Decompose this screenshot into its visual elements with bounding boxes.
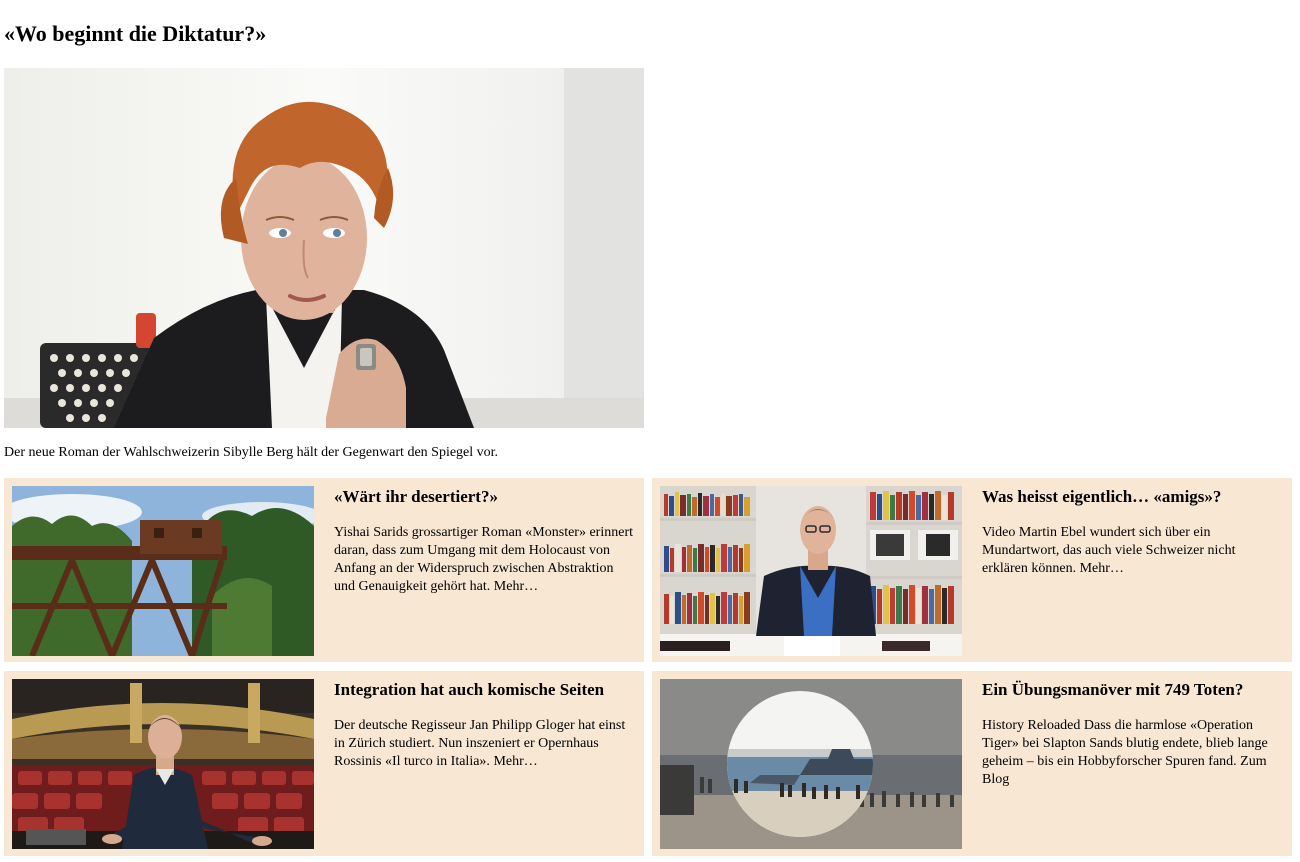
more-link[interactable]: Mehr… [494, 579, 538, 594]
teaser-headline[interactable]: «Wärt ihr desertiert?» [334, 486, 634, 508]
teaser-card[interactable]: Integration hat auch komische Seiten Der… [4, 671, 644, 856]
teaser-card[interactable]: Ein Übungsmanöver mit 749 Toten? History… [652, 671, 1292, 856]
teaser-body: History Reloaded Dass die harmlose «Oper… [982, 718, 1268, 769]
teaser-text: Video Martin Ebel wundert sich über ein … [982, 524, 1282, 578]
teaser-text: History Reloaded Dass die harmlose «Oper… [982, 717, 1282, 789]
teaser-image[interactable] [12, 679, 314, 849]
teaser-headline[interactable]: Was heisst eigentlich… «amigs»? [982, 486, 1282, 508]
teaser-headline[interactable]: Ein Übungsmanöver mit 749 Toten? [982, 679, 1282, 701]
teaser-headline[interactable]: Integration hat auch komische Seiten [334, 679, 634, 701]
teaser-body: Yishai Sarids grossartiger Roman «Monste… [334, 525, 634, 594]
hero-caption: Der neue Roman der Wahlschweizerin Sibyl… [4, 445, 499, 460]
teaser-text: Der deutsche Regisseur Jan Philipp Gloge… [334, 717, 634, 771]
teaser-card[interactable]: Was heisst eigentlich… «amigs»? Video Ma… [652, 478, 1292, 662]
teaser-image[interactable] [660, 679, 962, 849]
video-thumbnail[interactable] [660, 486, 962, 656]
hero-image[interactable] [4, 68, 644, 428]
teaser-body: Der deutsche Regisseur Jan Philipp Gloge… [334, 718, 626, 769]
teaser-text: Yishai Sarids grossartiger Roman «Monste… [334, 524, 634, 596]
teaser-card[interactable]: «Wärt ihr desertiert?» Yishai Sarids gro… [4, 478, 644, 662]
more-link[interactable]: Mehr… [493, 754, 537, 769]
more-link[interactable]: Mehr… [1080, 561, 1124, 576]
teaser-image[interactable] [12, 486, 314, 656]
page-title[interactable]: «Wo beginnt die Diktatur?» [4, 19, 266, 49]
